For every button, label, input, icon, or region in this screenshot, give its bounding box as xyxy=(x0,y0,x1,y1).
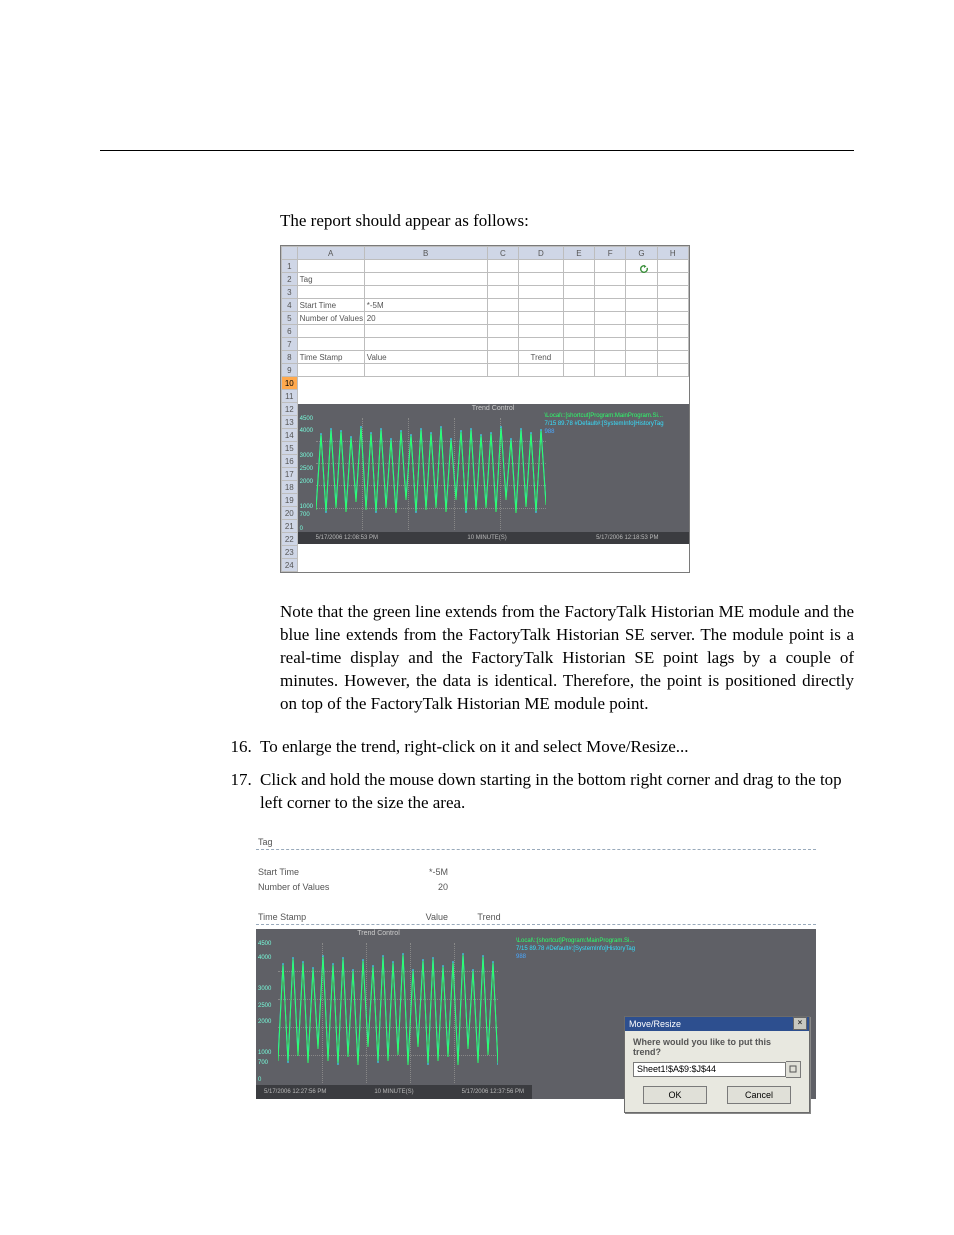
col-A[interactable]: A xyxy=(297,247,364,260)
trend2-time-axis: 5/17/2006 12:27:56 PM 10 MINUTE(S) 5/17/… xyxy=(256,1085,532,1099)
trend-series xyxy=(316,418,546,528)
time-mid: 10 MINUTE(S) xyxy=(467,535,506,541)
col-B[interactable]: B xyxy=(364,247,487,260)
trend-control-chart-large[interactable]: Trend Control 4500 4000 3000 2500 2000 1… xyxy=(256,929,816,1099)
col-G[interactable]: G xyxy=(626,247,657,260)
s2-value-label: Value xyxy=(358,912,454,922)
s2-trend-label: Trend xyxy=(454,912,524,922)
range-input[interactable] xyxy=(633,1062,786,1077)
close-icon[interactable]: × xyxy=(793,1017,807,1030)
s2-start-time-label: Start Time xyxy=(256,867,358,877)
col-E[interactable]: E xyxy=(563,247,594,260)
range-picker-icon[interactable] xyxy=(786,1061,801,1078)
time-right: 5/17/2006 12:18:53 PM xyxy=(596,535,658,541)
step-16: To enlarge the trend, right-click on it … xyxy=(256,736,854,759)
dialog-title: Move/Resize xyxy=(629,1019,681,1029)
trend-control-chart[interactable]: Trend Control 4500 4000 3000 2500 2000 1… xyxy=(298,404,689,544)
cancel-button[interactable]: Cancel xyxy=(727,1086,791,1104)
num-values-value[interactable]: 20 xyxy=(364,312,487,325)
dialog-question: Where would you like to put this trend? xyxy=(633,1037,801,1057)
s2-start-time-value[interactable]: *-5M xyxy=(358,867,454,877)
tag-label: Tag xyxy=(297,273,364,286)
legend-green: \Local\::[shortcut]Program:MainProgram.S… xyxy=(545,412,685,420)
trend2-series xyxy=(278,943,498,1083)
trend2-title: Trend Control xyxy=(256,930,501,937)
column-header-row: A B C D E F G H xyxy=(282,247,689,260)
s2-time-stamp-label: Time Stamp xyxy=(256,912,358,922)
time-left: 5/17/2006 12:08:53 PM xyxy=(316,535,378,541)
refresh-icon[interactable] xyxy=(639,264,649,274)
t2-time-mid: 10 MINUTE(S) xyxy=(374,1089,413,1095)
trend-legend: \Local\::[shortcut]Program:MainProgram.S… xyxy=(545,412,685,436)
spreadsheet-screenshot-1: A B C D E F G H 1 2 Tag 3 4 Start Time *… xyxy=(280,245,690,573)
trend2-legend: \Local\::[shortcut]Program:MainProgram.S… xyxy=(516,937,686,961)
s2-num-values-value[interactable]: 20 xyxy=(358,882,454,892)
start-time-value[interactable]: *-5M xyxy=(364,299,487,312)
legend-value: 988 xyxy=(545,428,685,436)
step-17: Click and hold the mouse down starting i… xyxy=(256,769,854,815)
corner-cell[interactable] xyxy=(282,247,298,260)
selected-row-10[interactable]: 10 xyxy=(282,377,298,390)
t2-time-right: 5/17/2006 12:37:56 PM xyxy=(462,1089,524,1095)
step-list: To enlarge the trend, right-click on it … xyxy=(256,736,854,815)
move-resize-dialog[interactable]: Move/Resize × Where would you like to pu… xyxy=(624,1016,810,1113)
col-C[interactable]: C xyxy=(487,247,518,260)
note-paragraph: Note that the green line extends from th… xyxy=(280,601,854,716)
value-label: Value xyxy=(364,351,487,364)
trend-title: Trend Control xyxy=(298,405,689,412)
t2-time-left: 5/17/2006 12:27:56 PM xyxy=(264,1089,326,1095)
s2-num-values-label: Number of Values xyxy=(256,882,358,892)
intro-text: The report should appear as follows: xyxy=(280,211,854,231)
ok-button[interactable]: OK xyxy=(643,1086,707,1104)
spreadsheet-grid[interactable]: A B C D E F G H 1 2 Tag 3 4 Start Time *… xyxy=(281,246,689,572)
col-F[interactable]: F xyxy=(595,247,626,260)
y-axis-ticks: 4500 4000 3000 2500 2000 1000 700 0 xyxy=(300,416,316,530)
time-stamp-label: Time Stamp xyxy=(297,351,364,364)
spreadsheet-screenshot-2: Tag Start Time *-5M Number of Values 20 … xyxy=(256,833,816,1133)
header-rule xyxy=(100,150,854,151)
trend-label: Trend xyxy=(519,351,564,364)
start-time-label: Start Time xyxy=(297,299,364,312)
col-H[interactable]: H xyxy=(657,247,688,260)
num-values-label: Number of Values xyxy=(297,312,364,325)
s2-tag-label: Tag xyxy=(256,837,358,847)
y-axis-ticks-2: 4500 4000 3000 2500 2000 1000 700 0 xyxy=(258,941,278,1083)
col-D[interactable]: D xyxy=(519,247,564,260)
trend-time-axis: 5/17/2006 12:08:53 PM 10 MINUTE(S) 5/17/… xyxy=(298,532,689,544)
